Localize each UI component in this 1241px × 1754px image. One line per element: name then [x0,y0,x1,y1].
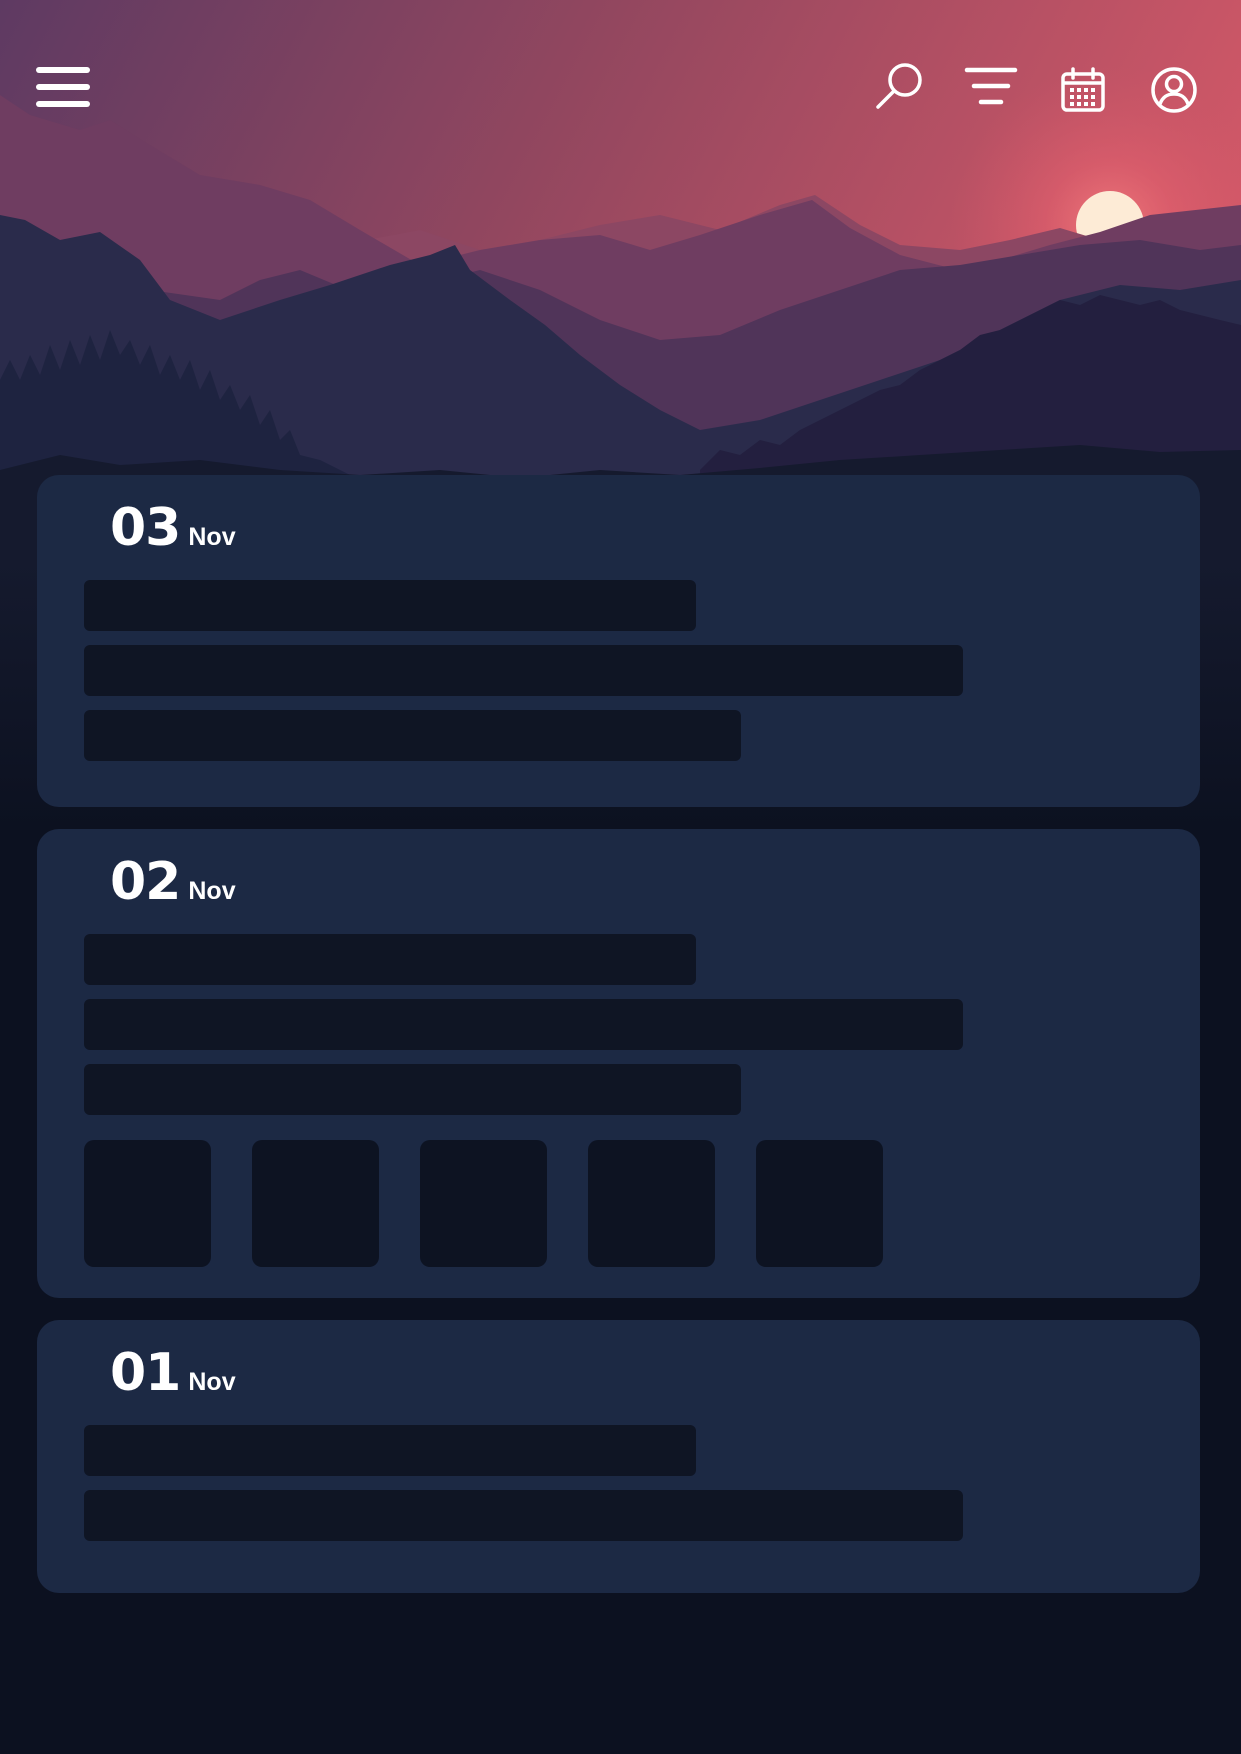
date-heading: 01 Nov [110,1344,1200,1402]
image-thumbnail-placeholder[interactable] [84,1140,211,1267]
image-thumbnail-placeholder[interactable] [588,1140,715,1267]
date-month: Nov [188,1368,236,1396]
calendar-icon[interactable] [1060,67,1106,113]
text-placeholder [84,999,963,1050]
filter-icon[interactable] [964,66,1018,108]
text-placeholder [84,1425,696,1476]
date-month: Nov [188,877,236,905]
date-day: 01 [110,1343,181,1403]
day-card[interactable]: 02 Nov [37,829,1200,1298]
image-thumbnail-placeholder[interactable] [420,1140,547,1267]
text-placeholder [84,934,696,985]
day-card[interactable]: 03 Nov [37,475,1200,807]
image-thumbnail-row [84,1140,1200,1267]
text-placeholder [84,645,963,696]
image-thumbnail-placeholder[interactable] [756,1140,883,1267]
text-placeholder [84,710,741,761]
image-thumbnail-placeholder[interactable] [252,1140,379,1267]
date-day: 03 [110,498,181,558]
date-heading: 02 Nov [110,853,1200,911]
day-card[interactable]: 01 Nov [37,1320,1200,1593]
hamburger-menu-icon[interactable] [36,66,90,108]
text-placeholder [84,580,696,631]
date-month: Nov [188,523,236,551]
user-profile-icon[interactable] [1150,66,1198,114]
text-placeholder [84,1064,741,1115]
top-bar [0,0,1241,180]
text-placeholder [84,1490,963,1541]
date-heading: 03 Nov [110,499,1200,557]
search-icon[interactable] [875,62,923,110]
date-day: 02 [110,852,181,912]
timeline-list: 03 Nov 02 Nov 01 Nov [37,475,1200,1615]
